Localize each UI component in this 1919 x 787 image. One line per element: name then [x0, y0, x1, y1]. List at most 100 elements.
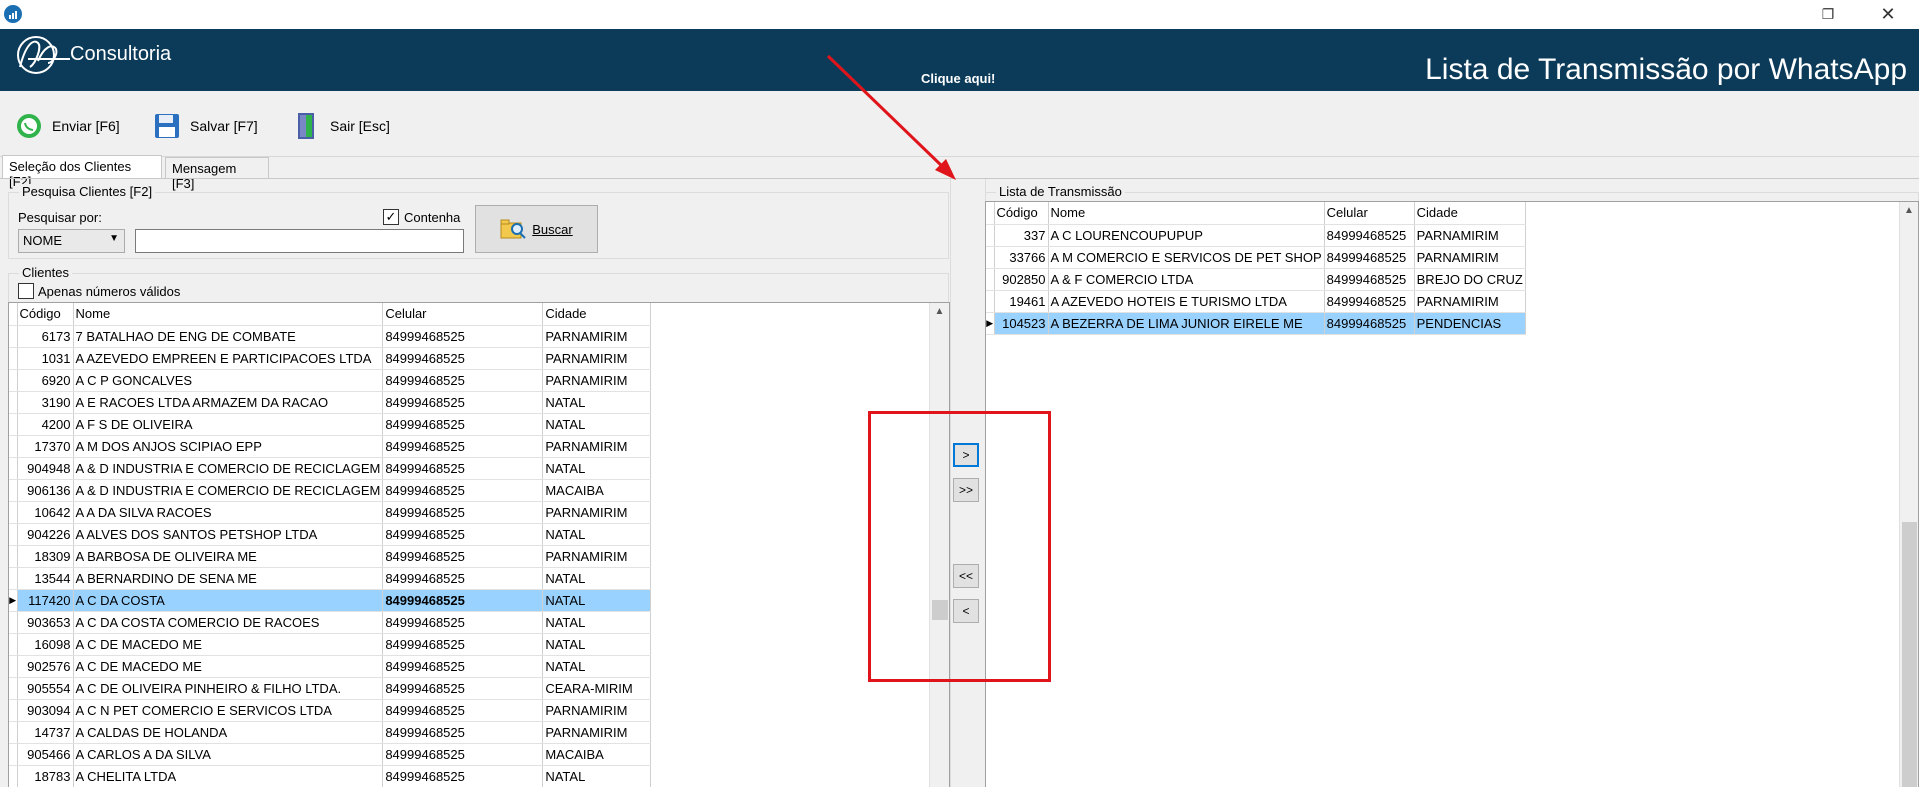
- row-indicator: [986, 268, 995, 291]
- cell-name: A C DE MACEDO ME: [73, 633, 384, 656]
- contains-label: Contenha: [404, 210, 461, 225]
- cell-code: 904948: [17, 457, 74, 480]
- table-row[interactable]: 14737 A CALDAS DE HOLANDA 84999468525 PARNA…: [9, 721, 652, 744]
- column-header-name[interactable]: Nome: [1048, 202, 1325, 225]
- table-row[interactable]: 10642 A A DA SILVA RACOES 84999468525 PARNA…: [9, 501, 652, 524]
- row-indicator: [9, 765, 18, 787]
- row-indicator: [9, 369, 18, 392]
- cell-city: NATAL: [542, 457, 652, 480]
- broadcast-grid: Código Nome Celular Cidade 337 A C LOUREN…: [985, 201, 1919, 787]
- cell-code: 903653: [17, 611, 74, 634]
- send-label: Enviar [F6]: [52, 118, 120, 134]
- table-row[interactable]: 17370 A M DOS ANJOS SCIPIAO EPP 8499946852…: [9, 435, 652, 458]
- table-row[interactable]: 902576 A C DE MACEDO ME 84999468525 NATAL: [9, 655, 652, 678]
- table-row[interactable]: 903653 A C DA COSTA COMERCIO DE RACOES 849…: [9, 611, 652, 634]
- table-row[interactable]: 904948 A & D INDUSTRIA E COMERCIO DE RECI…: [9, 457, 652, 480]
- column-header-name[interactable]: Nome: [73, 303, 384, 326]
- cell-phone: 84999468525: [382, 501, 544, 524]
- valid-numbers-label: Apenas números válidos: [38, 284, 181, 299]
- minimize-button[interactable]: —: [1753, 3, 1793, 25]
- table-row[interactable]: 19461 A AZEVEDO HOTEIS E TURISMO LTDA 8499…: [986, 290, 1526, 313]
- cell-code: 10642: [17, 501, 74, 524]
- row-indicator: [986, 246, 995, 269]
- scroll-thumb[interactable]: [1902, 522, 1917, 787]
- annotation-highlight-box: [868, 411, 1051, 682]
- column-header-city[interactable]: Cidade: [542, 303, 652, 326]
- cell-phone: 84999468525: [1324, 224, 1415, 247]
- table-row[interactable]: 337 A C LOURENCOUPUPUP 84999468525 PARNAMIR…: [986, 224, 1526, 247]
- table-row[interactable]: 906136 A & D INDUSTRIA E COMERCIO DE RECI…: [9, 479, 652, 502]
- cell-phone: 84999468525: [382, 435, 544, 458]
- table-row[interactable]: 904226 A ALVES DOS SANTOS PETSHOP LTDA 849…: [9, 523, 652, 546]
- cell-code: 337: [994, 224, 1049, 247]
- search-input[interactable]: [135, 229, 464, 253]
- table-row[interactable]: ▶ 104523 A BEZERRA DE LIMA JUNIOR EIRELE M…: [986, 312, 1526, 335]
- table-row[interactable]: ▶ 117420 A C DA COSTA 84999468525 NATAL: [9, 589, 652, 612]
- cell-city: BREJO DO CRUZ: [1414, 268, 1526, 291]
- cell-city: PARNAMIRIM: [542, 325, 652, 348]
- company-logo-icon: [17, 36, 70, 74]
- column-header-code[interactable]: Código: [17, 303, 74, 326]
- cell-phone: 84999468525: [382, 655, 544, 678]
- broadcast-scrollbar[interactable]: ▲: [1899, 202, 1918, 787]
- scroll-up-icon[interactable]: ▲: [1900, 202, 1918, 220]
- table-row[interactable]: 6920 A C P GONCALVES 84999468525 PARNAMIRIM: [9, 369, 652, 392]
- cell-phone: 84999468525: [382, 721, 544, 744]
- cell-city: NATAL: [542, 567, 652, 590]
- maximize-button[interactable]: ❐: [1808, 3, 1848, 25]
- table-row[interactable]: 1031 A AZEVEDO EMPREEN E PARTICIPACOES LT…: [9, 347, 652, 370]
- search-by-select[interactable]: NOME ▼: [18, 229, 125, 253]
- row-indicator: [9, 479, 18, 502]
- cell-city: NATAL: [542, 391, 652, 414]
- cell-city: PARNAMIRIM: [542, 435, 652, 458]
- cell-name: A M COMERCIO E SERVICOS DE PET SHOP: [1048, 246, 1325, 269]
- tab-message[interactable]: Mensagem [F3]: [165, 157, 269, 191]
- scroll-up-icon[interactable]: ▲: [930, 303, 949, 321]
- cell-phone: 84999468525: [382, 413, 544, 436]
- cell-name: A A DA SILVA RACOES: [73, 501, 384, 524]
- table-row[interactable]: 4200 A F S DE OLIVEIRA 84999468525 NATAL: [9, 413, 652, 436]
- cell-phone: 84999468525: [382, 677, 544, 700]
- tab-bar: Seleção dos Clientes [F2] Mensagem [F3]: [0, 155, 1919, 191]
- cell-code: 33766: [994, 246, 1049, 269]
- table-row[interactable]: 6173 7 BATALHAO DE ENG DE COMBATE 84999468…: [9, 325, 652, 348]
- tab-client-selection[interactable]: Seleção dos Clientes [F2]: [2, 155, 162, 189]
- cell-name: A AZEVEDO HOTEIS E TURISMO LTDA: [1048, 290, 1325, 313]
- page-title: Lista de Transmissão por WhatsApp: [1425, 53, 1907, 86]
- cell-code: 904226: [17, 523, 74, 546]
- cell-code: 1031: [17, 347, 74, 370]
- table-row[interactable]: 905554 A C DE OLIVEIRA PINHEIRO & FILHO L…: [9, 677, 652, 700]
- table-row[interactable]: 905466 A CARLOS A DA SILVA 84999468525 MACA…: [9, 743, 652, 766]
- table-row[interactable]: 903094 A C N PET COMERCIO E SERVICOS LTDA…: [9, 699, 652, 722]
- search-button[interactable]: Buscar: [475, 205, 598, 253]
- contains-checkbox[interactable]: ✓: [383, 209, 399, 225]
- row-indicator: [9, 501, 18, 524]
- cell-code: 3190: [17, 391, 74, 414]
- save-button[interactable]: Salvar [F7]: [152, 111, 258, 141]
- column-header-code[interactable]: Código: [994, 202, 1049, 225]
- table-row[interactable]: 3190 A E RACOES LTDA ARMAZEM DA RACAO 8499…: [9, 391, 652, 414]
- table-row[interactable]: 16098 A C DE MACEDO ME 84999468525 NATAL: [9, 633, 652, 656]
- column-header-phone[interactable]: Celular: [382, 303, 544, 326]
- cell-name: A E RACOES LTDA ARMAZEM DA RACAO: [73, 391, 384, 414]
- table-row[interactable]: 33766 A M COMERCIO E SERVICOS DE PET SHOP…: [986, 246, 1526, 269]
- table-row[interactable]: 13544 A BERNARDINO DE SENA ME 84999468525 N…: [9, 567, 652, 590]
- table-row[interactable]: 18783 A CHELITA LTDA 84999468525 NATAL: [9, 765, 652, 787]
- column-header-city[interactable]: Cidade: [1414, 202, 1526, 225]
- column-header-phone[interactable]: Celular: [1324, 202, 1415, 225]
- row-pointer-icon: ▶: [9, 589, 18, 612]
- click-here-link[interactable]: Clique aqui!: [921, 71, 995, 86]
- cell-phone: 84999468525: [382, 699, 544, 722]
- cell-city: PARNAMIRIM: [1414, 246, 1526, 269]
- cell-city: PARNAMIRIM: [542, 699, 652, 722]
- clients-grid: Código Nome Celular Cidade 6173 7 BATALHA…: [8, 302, 950, 787]
- search-button-label: Buscar: [532, 221, 573, 237]
- exit-button[interactable]: Sair [Esc]: [292, 111, 390, 141]
- close-button[interactable]: ✕: [1868, 3, 1908, 25]
- table-row[interactable]: 902850 A & F COMERCIO LTDA 84999468525 BREJ…: [986, 268, 1526, 291]
- send-button[interactable]: Enviar [F6]: [14, 111, 120, 141]
- valid-numbers-checkbox[interactable]: [18, 283, 34, 299]
- app-header: Consultoria Clique aqui! Lista de Transm…: [0, 29, 1919, 91]
- table-row[interactable]: 18309 A BARBOSA DE OLIVEIRA ME 84999468525…: [9, 545, 652, 568]
- row-indicator: [9, 699, 18, 722]
